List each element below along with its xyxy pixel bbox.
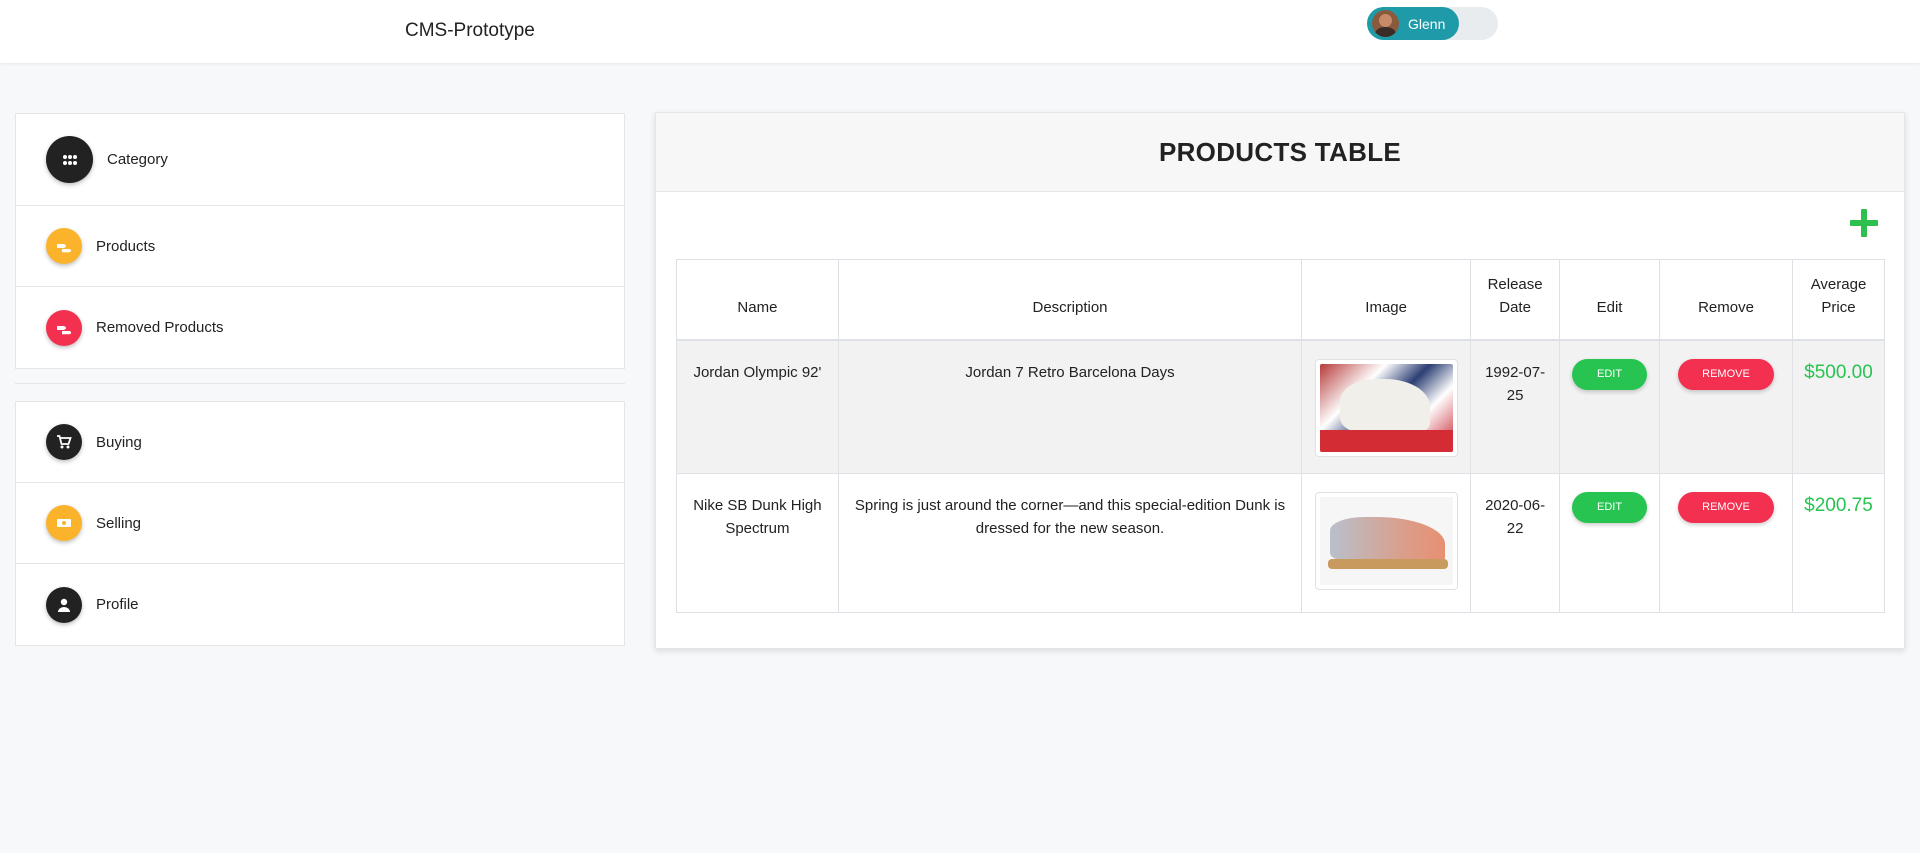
product-image	[1314, 358, 1458, 457]
product-price: $500.00	[1791, 339, 1886, 474]
product-description: Spring is just around the corner—and thi…	[837, 473, 1303, 613]
remove-button[interactable]: REMOVE	[1678, 492, 1774, 523]
grid-icon	[46, 136, 93, 183]
sidebar-item-selling[interactable]: Selling	[16, 483, 624, 564]
table-header-row: Name Description Image Release Date Edit…	[676, 259, 1886, 341]
product-name: Nike SB Dunk High Spectrum	[676, 473, 839, 613]
product-price: $200.75	[1791, 473, 1886, 613]
sidebar-item-label: Profile	[96, 596, 139, 613]
product-release-date: 2020-06-22	[1470, 473, 1561, 613]
price-value: $500.00	[1804, 361, 1873, 383]
column-header-description: Description	[837, 259, 1303, 341]
user-name: Glenn	[1408, 15, 1446, 32]
product-image-cell	[1301, 473, 1472, 613]
remove-cell: REMOVE	[1659, 473, 1793, 613]
avatar	[1372, 10, 1399, 37]
sidebar-item-buying[interactable]: Buying	[16, 402, 624, 483]
cart-icon	[46, 424, 82, 460]
sidebar-item-label: Selling	[96, 514, 142, 532]
user-toggle[interactable]: Glenn	[1367, 7, 1498, 40]
column-header-release-date: Release Date	[1470, 259, 1561, 341]
sidebar-item-label: Buying	[96, 433, 142, 451]
column-header-name: Name	[676, 259, 839, 341]
product-image-cell	[1301, 339, 1472, 474]
table-row: Jordan Olympic 92' Jordan 7 Retro Barcel…	[676, 339, 1886, 474]
top-navbar: CMS-Prototype Glenn	[0, 0, 1920, 63]
edit-button[interactable]: EDIT	[1572, 358, 1648, 390]
product-description: Jordan 7 Retro Barcelona Days	[837, 339, 1303, 474]
user-icon	[46, 586, 82, 623]
products-card: PRODUCTS TABLE Name Description Image Re…	[655, 112, 1905, 649]
sidebar-group-account: Buying Selling Profile	[15, 401, 625, 646]
column-header-image: Image	[1301, 259, 1472, 341]
column-header-average-price: Average Price	[1791, 259, 1886, 341]
page-title: PRODUCTS TABLE	[1158, 136, 1402, 167]
products-table: Name Description Image Release Date Edit…	[676, 259, 1886, 613]
sidebar-item-removed-products[interactable]: Removed Products	[16, 287, 624, 368]
shoe-icon	[46, 228, 82, 264]
remove-button[interactable]: REMOVE	[1678, 358, 1774, 390]
column-header-remove: Remove	[1659, 259, 1793, 341]
sidebar-item-label: Category	[107, 151, 168, 168]
card-header: PRODUCTS TABLE	[656, 113, 1904, 192]
product-release-date: 1992-07-25	[1470, 339, 1561, 474]
column-header-edit: Edit	[1559, 259, 1661, 341]
money-icon	[46, 505, 82, 541]
sidebar-item-category[interactable]: Category	[16, 114, 624, 206]
sidebar-item-profile[interactable]: Profile	[16, 564, 624, 645]
edit-button[interactable]: EDIT	[1572, 492, 1648, 523]
sidebar-divider	[15, 383, 625, 384]
table-row: Nike SB Dunk High Spectrum Spring is jus…	[676, 473, 1886, 613]
user-chip[interactable]: Glenn	[1367, 7, 1459, 40]
sidebar-group-catalog: Category Products Removed Products	[15, 113, 625, 369]
sidebar-item-label: Removed Products	[96, 319, 224, 336]
shoe-photo	[1319, 363, 1453, 452]
shoe-photo	[1319, 497, 1453, 585]
add-product-button[interactable]	[1850, 209, 1878, 237]
product-image	[1314, 492, 1458, 590]
brand-title[interactable]: CMS-Prototype	[405, 20, 535, 42]
sidebar-item-label: Products	[96, 237, 156, 255]
sidebar-item-products[interactable]: Products	[16, 206, 624, 287]
remove-cell: REMOVE	[1659, 339, 1793, 474]
edit-cell: EDIT	[1559, 473, 1661, 613]
shoe-icon	[46, 309, 82, 346]
price-value: $200.75	[1804, 495, 1873, 516]
product-name: Jordan Olympic 92'	[676, 339, 839, 474]
edit-cell: EDIT	[1559, 339, 1661, 474]
